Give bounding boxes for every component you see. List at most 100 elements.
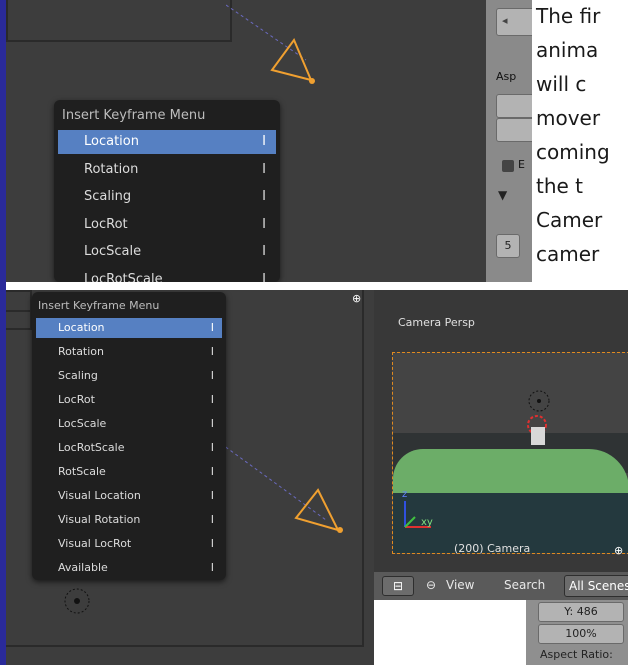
menu-item[interactable]: Rotation I: [58, 158, 276, 182]
y-resolution-field[interactable]: Y: 486: [538, 602, 624, 622]
menu-item[interactable]: Scaling I: [36, 366, 222, 386]
grid-line: [6, 40, 232, 42]
3d-viewport[interactable]: ⊕ Insert Keyframe Menu Location I Rotation…: [6, 290, 374, 665]
menu-item[interactable]: Visual Location I: [36, 486, 222, 506]
menu-item[interactable]: Scaling I: [58, 185, 276, 209]
percent-field[interactable]: 100%: [538, 624, 624, 644]
grid-line: [6, 310, 32, 312]
menu-item-label: Visual Location: [58, 489, 141, 502]
text-line: camer: [536, 242, 600, 266]
camera-toolbar: ⊟ ⊖ View Search All Scenes: [374, 572, 628, 600]
menu-item-label: LocRot: [84, 216, 128, 232]
grid-line: [6, 645, 364, 647]
axis-z-label: z: [402, 489, 408, 500]
menu-item[interactable]: Rotation I: [36, 342, 222, 362]
menu-item-label: Rotation: [58, 345, 105, 358]
menu-item-label: Scaling: [58, 369, 98, 382]
camera-object-icon[interactable]: [226, 0, 346, 100]
plus-icon[interactable]: ⊕: [614, 544, 623, 557]
axis-xy-label: xy: [421, 517, 433, 528]
menu-item-label: LocRotScale: [58, 441, 125, 454]
menu-item[interactable]: LocScale I: [36, 414, 222, 434]
camera-object-icon[interactable]: [216, 430, 366, 540]
menu-item-label: LocScale: [84, 244, 142, 259]
menu-item-shortcut: I: [262, 189, 266, 204]
menu-item-label: RotScale: [58, 465, 106, 478]
menu-item[interactable]: Location I: [36, 318, 222, 338]
plus-icon[interactable]: ⊕: [352, 292, 361, 305]
menu-item-label: LocRotScale: [84, 271, 163, 283]
view-menu[interactable]: View: [446, 578, 474, 592]
grid-line: [6, 328, 32, 330]
target-icon[interactable]: [513, 389, 573, 449]
text-line: will c: [536, 72, 587, 96]
left-arrow-icon: ◂: [502, 14, 508, 27]
menu-item-shortcut: I: [210, 441, 214, 454]
text-line: Camer: [536, 208, 603, 232]
triangle-down-icon[interactable]: ▼: [498, 188, 507, 202]
menu-item-label: Location: [58, 321, 105, 334]
properties-panel: Y: 486 100% Aspect Ratio:: [526, 600, 628, 665]
camera-frame-label: (200) Camera: [454, 542, 531, 555]
lamp-icon[interactable]: [62, 586, 92, 616]
menu-item-shortcut: I: [210, 561, 214, 574]
menu-item-label: LocRot: [58, 393, 95, 406]
menu-item[interactable]: Available I: [36, 558, 222, 578]
menu-item-shortcut: I: [210, 369, 214, 382]
number-field[interactable]: 5: [496, 234, 520, 258]
menu-item-shortcut: I: [262, 161, 266, 177]
camera-viewport[interactable]: Camera Persp z xy (200) Camera ⊕: [374, 290, 628, 572]
menu-title: Insert Keyframe Menu: [38, 299, 160, 312]
menu-item-shortcut: I: [210, 537, 214, 550]
menu-item-shortcut: I: [262, 216, 266, 232]
grid-line: [6, 290, 32, 292]
insert-keyframe-menu: Insert Keyframe Menu Location I Rotation I S…: [32, 292, 226, 580]
scenes-selector[interactable]: All Scenes: [564, 575, 628, 597]
editor-type-button[interactable]: ⊟: [382, 576, 414, 596]
menu-item-label: Location: [84, 134, 139, 149]
menu-item-shortcut: I: [210, 489, 214, 502]
menu-item-shortcut: I: [210, 417, 214, 430]
menu-item[interactable]: Visual LocRot I: [36, 534, 222, 554]
menu-title: Insert Keyframe Menu: [62, 108, 206, 123]
camera-view-title: Camera Persp: [398, 316, 475, 329]
menu-item[interactable]: LocScale I: [58, 240, 276, 264]
menu-item-label: Rotation: [84, 161, 139, 177]
menu-item-shortcut: I: [210, 393, 214, 406]
grid-line: [6, 0, 8, 42]
menu-item[interactable]: Visual Rotation I: [36, 510, 222, 530]
menu-item[interactable]: LocRotScale I: [36, 438, 222, 458]
menu-item-shortcut: I: [262, 134, 266, 149]
menu-item[interactable]: LocRotScale I: [58, 268, 276, 283]
camera-frame: z xy: [392, 352, 628, 554]
menu-item-shortcut: I: [210, 513, 214, 526]
checkbox[interactable]: [502, 160, 514, 172]
checkbox-label: E: [518, 158, 525, 171]
menu-item-shortcut: I: [210, 465, 214, 478]
menu-item-label: Visual LocRot: [58, 537, 132, 550]
3d-viewport[interactable]: Insert Keyframe Menu Location I Rotation I S…: [6, 0, 486, 282]
menu-item-label: Available: [58, 561, 108, 574]
bottom-screenshot: ⊕ Insert Keyframe Menu Location I Rotation…: [6, 290, 628, 665]
circle-minus-icon[interactable]: ⊖: [426, 578, 436, 592]
aspect-label: Asp: [496, 70, 517, 83]
menu-item-label: LocScale: [58, 417, 107, 430]
text-line: mover: [536, 106, 601, 130]
menu-item[interactable]: RotScale I: [36, 462, 222, 482]
insert-keyframe-menu: Insert Keyframe Menu Location I Rotation I S…: [54, 100, 280, 282]
menu-item[interactable]: LocRot I: [58, 213, 276, 237]
menu-item[interactable]: Location I: [58, 130, 276, 154]
menu-item-shortcut: I: [262, 271, 266, 283]
text-line: coming: [536, 140, 610, 164]
text-line: the t: [536, 174, 584, 198]
menu-item-shortcut: I: [262, 244, 266, 259]
text-line: The fir: [536, 4, 601, 28]
text-line: anima: [536, 38, 599, 62]
top-screenshot: Insert Keyframe Menu Location I Rotation I S…: [6, 0, 628, 282]
menu-item[interactable]: LocRot I: [36, 390, 222, 410]
search-menu[interactable]: Search: [504, 578, 545, 592]
document-text: The fir anima will c mover coming the t …: [532, 0, 628, 282]
menu-item-shortcut: I: [210, 321, 214, 334]
menu-item-shortcut: I: [210, 345, 214, 358]
menu-item-label: Visual Rotation: [58, 513, 141, 526]
